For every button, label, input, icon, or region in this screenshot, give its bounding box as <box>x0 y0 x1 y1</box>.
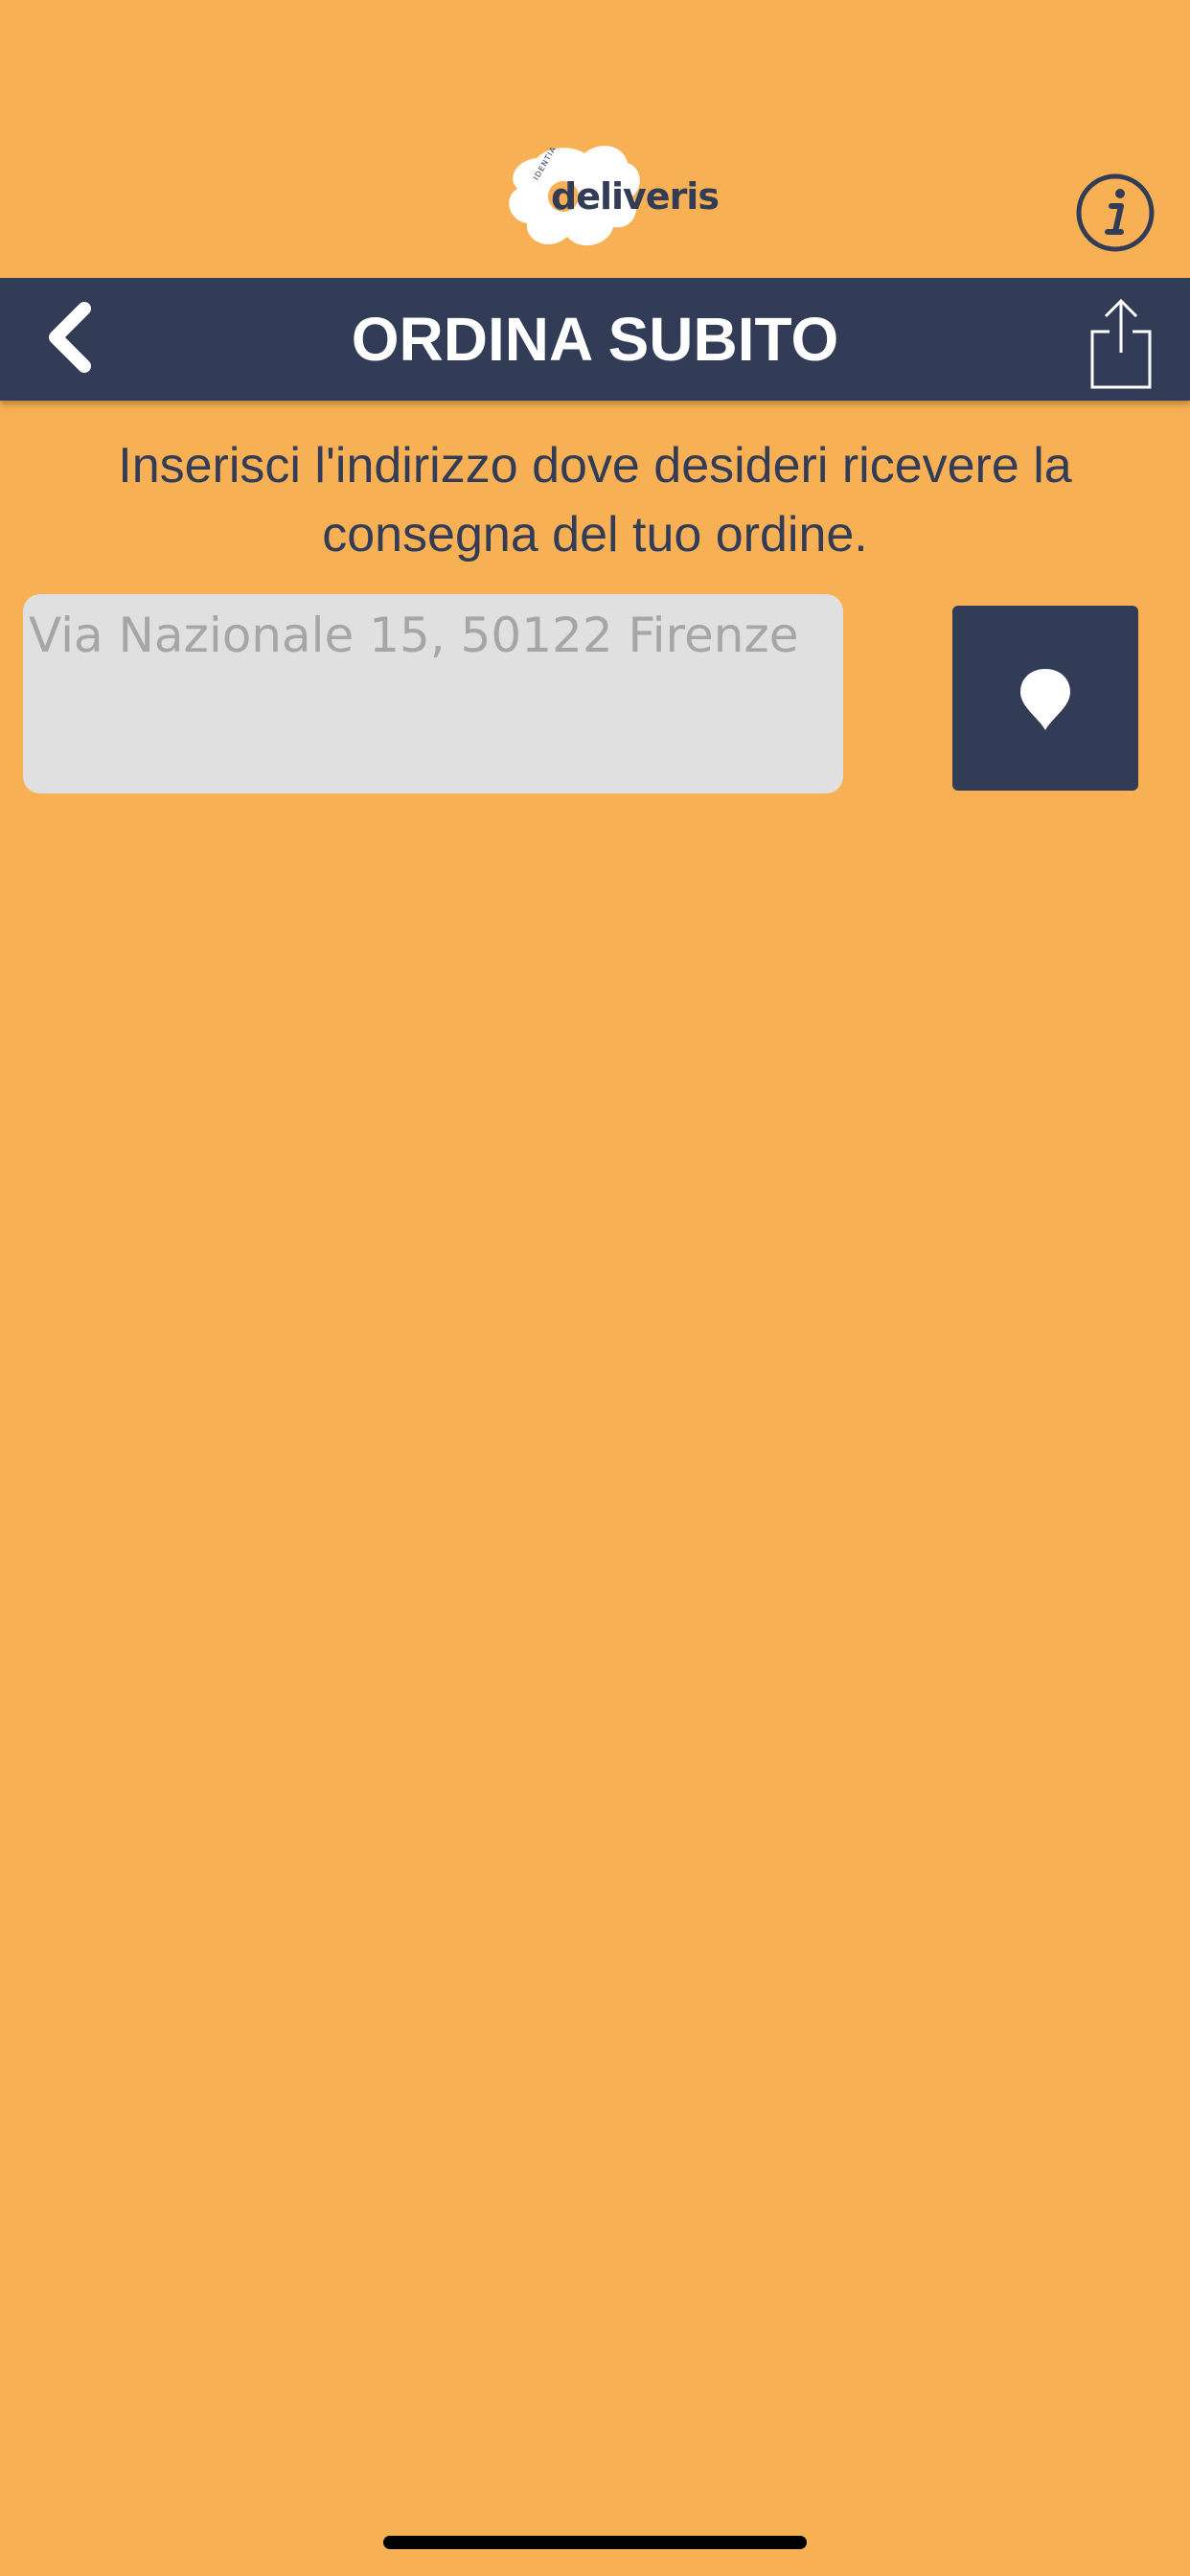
address-input[interactable] <box>23 594 843 794</box>
address-instructions: Inserisci l'indirizzo dove desideri rice… <box>118 438 1072 563</box>
navigation-bar: ORDINA SUBITO <box>0 278 1190 401</box>
location-pin-icon <box>1020 669 1070 730</box>
current-location-button[interactable] <box>952 606 1138 791</box>
back-button[interactable] <box>29 289 125 385</box>
chevron-left-icon <box>49 302 91 373</box>
info-icon <box>1076 173 1155 252</box>
deliveris-logo: IDENTIA deliveris <box>498 139 720 259</box>
share-icon <box>1090 298 1152 389</box>
logo-text: deliveris <box>551 175 720 218</box>
share-button[interactable] <box>1083 295 1159 391</box>
info-button[interactable] <box>1075 172 1156 253</box>
home-indicator[interactable] <box>383 2536 807 2549</box>
header-area: IDENTIA deliveris <box>0 0 1190 278</box>
page-title: ORDINA SUBITO <box>351 305 839 374</box>
